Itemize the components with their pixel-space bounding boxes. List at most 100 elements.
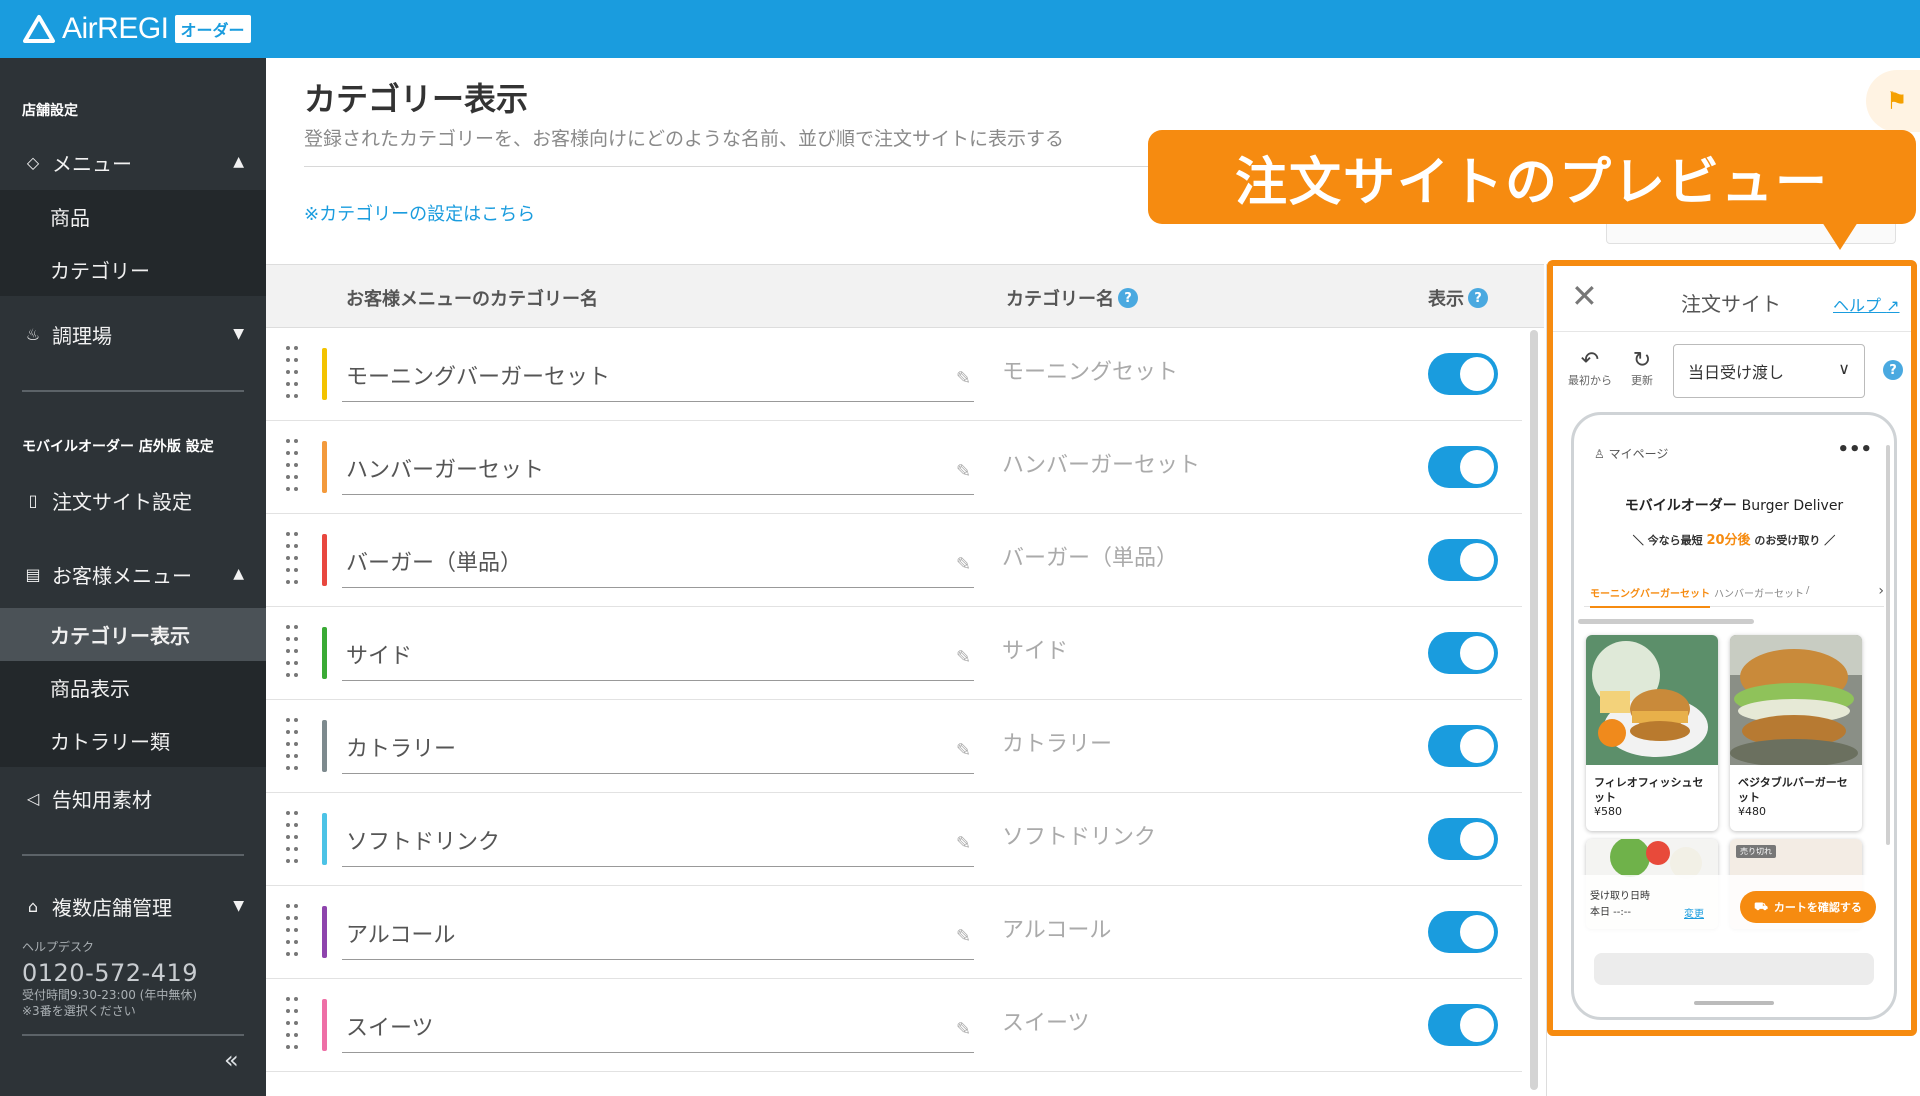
refresh-button[interactable]: ↻ 更新 <box>1617 350 1667 388</box>
help-icon[interactable]: ? <box>1118 288 1138 308</box>
customer-category-name: アルコール <box>346 922 456 948</box>
sidebar-sub-product-display[interactable]: 商品表示 <box>0 661 266 714</box>
tab-morning-burger-set[interactable]: モーニングバーガーセット <box>1590 585 1710 608</box>
sidebar-sub-products[interactable]: 商品 <box>0 190 266 243</box>
customer-category-name-input[interactable]: サイド <box>342 627 974 681</box>
helpdesk: ヘルプデスク 0120-572-419 受付時間9:30-23:00 (年中無休… <box>22 938 198 1019</box>
close-icon[interactable]: ✕ <box>1571 280 1598 312</box>
pencil-icon[interactable]: ✎ <box>956 833 971 854</box>
megaphone-icon: ◁ <box>26 788 40 808</box>
category-color-bar <box>322 906 327 958</box>
customer-category-name-input[interactable]: カトラリー <box>342 720 974 774</box>
table-scrollbar[interactable] <box>1530 330 1538 1090</box>
grip-dot <box>294 940 298 944</box>
sidebar-item-multi-store[interactable]: ⌂ 複数店舗管理 ▼ <box>0 878 266 934</box>
sidebar-item-customer-menu[interactable]: ▤ お客様メニュー ▲ <box>0 546 266 602</box>
product-card[interactable]: フィレオフィッシュセット ¥580 <box>1586 635 1718 831</box>
product-price: ¥580 <box>1594 805 1622 818</box>
grip-dot <box>294 997 298 1001</box>
visibility-toggle[interactable] <box>1428 539 1498 581</box>
drag-handle-icon[interactable] <box>286 904 300 960</box>
more-icon[interactable]: ••• <box>1837 439 1872 460</box>
table-row: スイーツ ✎ スイーツ <box>266 979 1522 1072</box>
visibility-toggle[interactable] <box>1428 818 1498 860</box>
grip-dot <box>286 580 290 584</box>
visibility-toggle[interactable] <box>1428 725 1498 767</box>
customer-category-name-input[interactable]: モーニングバーガーセット <box>342 348 974 402</box>
sidebar-item-menu[interactable]: ◇ メニュー ▲ <box>0 134 266 190</box>
grip-dot <box>286 370 290 374</box>
refresh-icon: ↻ <box>1632 348 1652 373</box>
category-name: スイーツ <box>1002 1011 1090 1036</box>
visibility-toggle[interactable] <box>1428 353 1498 395</box>
pickup-change-link[interactable]: 変更 <box>1684 905 1704 920</box>
drag-handle-icon[interactable] <box>286 625 300 681</box>
customer-category-name-input[interactable]: ソフトドリンク <box>342 813 974 867</box>
sidebar-item-promo[interactable]: ◁ 告知用素材 <box>0 770 266 826</box>
grip-dot <box>294 847 298 851</box>
visibility-toggle[interactable] <box>1428 632 1498 674</box>
sidebar-sub-cutlery[interactable]: カトラリー類 <box>0 714 266 767</box>
drag-handle-icon[interactable] <box>286 811 300 867</box>
help-icon[interactable]: ? <box>1883 360 1903 380</box>
chevron-right-icon[interactable]: › <box>1878 583 1884 599</box>
sidebar: 店舗設定 ◇ メニュー ▲ 商品 カテゴリー ♨ 調理場 ▼ モバイルオーダー … <box>0 58 266 1096</box>
grip-dot <box>286 718 290 722</box>
sidebar-sub-category-display[interactable]: カテゴリー表示 <box>0 608 266 661</box>
product-price: ¥480 <box>1738 805 1766 818</box>
sidebar-item-label: 調理場 <box>52 323 112 348</box>
app-logo[interactable]: AirREGI オーダー <box>22 12 251 46</box>
sidebar-item-kitchen[interactable]: ♨ 調理場 ▼ <box>0 306 266 362</box>
pencil-icon[interactable]: ✎ <box>956 461 971 482</box>
catch-highlight: 20分後 <box>1706 533 1751 548</box>
flag-button[interactable]: ⚑ <box>1866 70 1920 132</box>
tabs-scrollbar[interactable] <box>1578 619 1754 624</box>
help-link[interactable]: ヘルプ ↗ <box>1833 292 1900 316</box>
grip-dot <box>286 463 290 467</box>
visibility-toggle[interactable] <box>1428 1004 1498 1046</box>
category-tabs: モーニングバーガーセット ハンバーガーセット / › <box>1584 577 1884 608</box>
phone-scrollbar[interactable] <box>1886 445 1890 845</box>
customer-category-name-input[interactable]: アルコール <box>342 906 974 960</box>
helpdesk-hours: 受付時間9:30-23:00 (年中無休) <box>22 988 198 1002</box>
pencil-icon[interactable]: ✎ <box>956 647 971 668</box>
customer-category-name-input[interactable]: バーガー（単品） <box>342 534 974 588</box>
category-name: ソフトドリンク <box>1002 825 1157 850</box>
grip-dot <box>294 859 298 863</box>
customer-category-name: ソフトドリンク <box>346 829 501 855</box>
product-card[interactable]: ベジタブルバーガーセット ¥480 <box>1730 635 1862 831</box>
pencil-icon[interactable]: ✎ <box>956 1019 971 1040</box>
customer-category-name-input[interactable]: スイーツ <box>342 999 974 1053</box>
customer-category-name: モーニングバーガーセット <box>346 364 611 390</box>
visibility-toggle[interactable] <box>1428 911 1498 953</box>
grip-dot <box>286 811 290 815</box>
pencil-icon[interactable]: ✎ <box>956 368 971 389</box>
drag-handle-icon[interactable] <box>286 346 300 402</box>
pencil-icon[interactable]: ✎ <box>956 926 971 947</box>
collapse-sidebar-button[interactable]: « <box>224 1046 239 1074</box>
drag-handle-icon[interactable] <box>286 439 300 495</box>
drag-handle-icon[interactable] <box>286 532 300 588</box>
help-icon[interactable]: ? <box>1468 288 1488 308</box>
mypage-link[interactable]: ♙ マイページ <box>1594 445 1668 462</box>
grip-dot <box>294 1033 298 1037</box>
drag-handle-icon[interactable] <box>286 997 300 1053</box>
visibility-toggle[interactable] <box>1428 446 1498 488</box>
column-header-category-name: カテゴリー名 ? <box>1006 285 1138 311</box>
pencil-icon[interactable]: ✎ <box>956 740 971 761</box>
reset-button[interactable]: ↶ 最初から <box>1565 350 1615 388</box>
sidebar-sub-category[interactable]: カテゴリー <box>0 243 266 296</box>
url-bar <box>1594 953 1874 985</box>
sidebar-divider <box>22 854 244 856</box>
pencil-icon[interactable]: ✎ <box>956 554 971 575</box>
tab-hamburger-set[interactable]: ハンバーガーセット <box>1714 585 1804 600</box>
tab-next[interactable]: / <box>1806 585 1809 596</box>
pickup-type-select[interactable]: 当日受け渡し ∨ <box>1673 344 1865 398</box>
category-settings-link[interactable]: ※カテゴリーの設定はこちら <box>304 200 535 226</box>
customer-category-name-input[interactable]: ハンバーガーセット <box>342 441 974 495</box>
view-cart-button[interactable]: ⛟ カートを確認する <box>1740 891 1876 923</box>
grip-dot <box>286 532 290 536</box>
drag-handle-icon[interactable] <box>286 718 300 774</box>
sidebar-item-order-site[interactable]: ▯ 注文サイト設定 <box>0 472 266 528</box>
category-name: サイド <box>1002 639 1069 664</box>
